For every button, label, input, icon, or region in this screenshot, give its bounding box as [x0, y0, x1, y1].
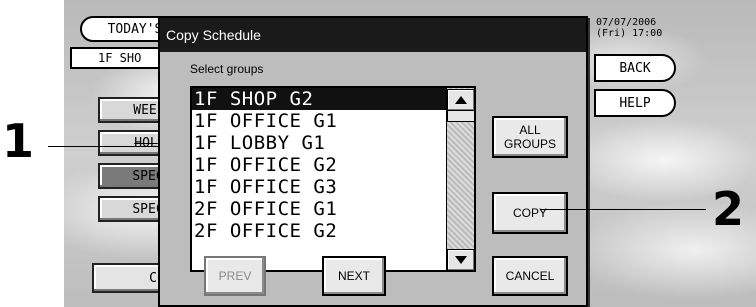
triangle-down-icon	[455, 256, 467, 264]
date-text: 07/07/2006	[596, 17, 657, 28]
scroll-down-button[interactable]	[447, 249, 474, 270]
group-item-2f-office-g1[interactable]: 2F OFFICE G1	[192, 198, 474, 220]
group-item-1f-office-g2[interactable]: 1F OFFICE G2	[192, 154, 474, 176]
all-groups-label-line2: GROUPS	[503, 137, 556, 151]
back-button-label: BACK	[619, 60, 651, 76]
all-groups-label-line1: ALL	[519, 123, 541, 137]
callout-1: 1	[2, 114, 35, 168]
select-groups-label: Select groups	[190, 62, 264, 76]
group-item-1f-office-g1[interactable]: 1F OFFICE G1	[192, 110, 474, 132]
scroll-up-button[interactable]	[447, 89, 474, 111]
cancel-button[interactable]: CANCEL	[492, 256, 568, 296]
scrollbar-thumb[interactable]	[447, 110, 474, 122]
dialog-titlebar: Copy Schedule	[160, 18, 586, 52]
groups-scrollbar[interactable]	[446, 88, 474, 270]
week-button-label: WEE	[133, 102, 157, 118]
todays-button-label: TODAY'S	[107, 21, 163, 37]
callout-2-leader	[540, 209, 706, 210]
prev-button-label: PREV	[218, 269, 252, 283]
group-item-1f-shop-g2[interactable]: 1F SHOP G2	[192, 88, 474, 110]
triangle-up-icon	[455, 96, 467, 104]
group-item-1f-lobby-g1[interactable]: 1F LOBBY G1	[192, 132, 474, 154]
time-text: (Fri) 17:00	[596, 28, 663, 39]
holiday-button-label: HOL	[134, 135, 158, 151]
callout-2: 2	[712, 182, 745, 236]
all-groups-button[interactable]: ALL GROUPS	[492, 116, 568, 158]
help-button-label: HELP	[619, 95, 651, 111]
groups-listbox[interactable]: 1F SHOP G2 1F OFFICE G1 1F LOBBY G1 1F O…	[190, 86, 476, 272]
location-field[interactable]: 1F SHO	[70, 47, 170, 69]
dialog-title: Copy Schedule	[166, 27, 261, 43]
copy-schedule-dialog: Copy Schedule Select groups 1F SHOP G2 1…	[158, 16, 588, 307]
copy-button[interactable]: COPY	[492, 192, 568, 234]
location-field-value: 1F SHO	[98, 51, 142, 65]
next-button-label: NEXT	[337, 269, 370, 283]
datetime-display: 07/07/2006 (Fri) 17:00	[596, 17, 686, 39]
help-button[interactable]: HELP	[594, 89, 676, 117]
next-button[interactable]: NEXT	[322, 256, 386, 296]
prev-button[interactable]: PREV	[204, 256, 266, 296]
back-button[interactable]: BACK	[594, 54, 676, 82]
group-item-1f-office-g3[interactable]: 1F OFFICE G3	[192, 176, 474, 198]
group-item-2f-office-g2[interactable]: 2F OFFICE G2	[192, 220, 474, 242]
cancel-button-label: CANCEL	[505, 269, 555, 283]
